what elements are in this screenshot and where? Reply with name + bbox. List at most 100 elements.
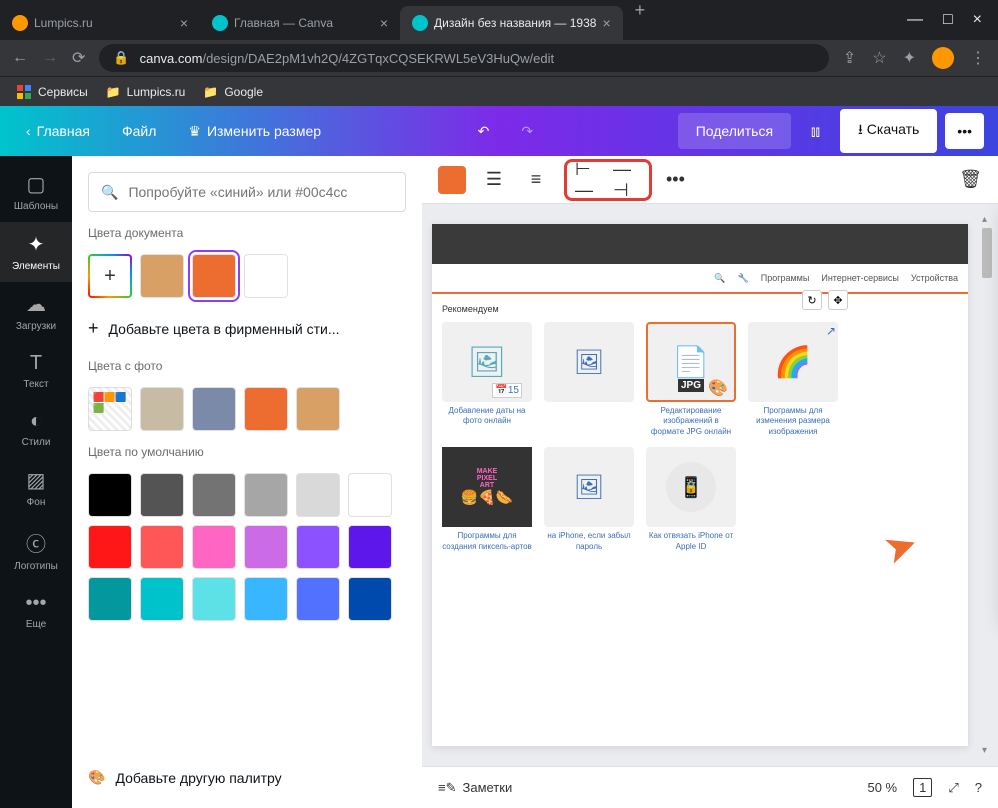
color-swatch[interactable] bbox=[192, 577, 236, 621]
sync-icon[interactable]: ↻ bbox=[802, 290, 822, 310]
color-swatch[interactable] bbox=[140, 473, 184, 517]
color-swatch[interactable] bbox=[244, 254, 288, 298]
workspace: ▢Шаблоны ✦Элементы ☁Загрузки TТекст ◐Сти… bbox=[0, 156, 998, 808]
plus-icon: + bbox=[88, 318, 99, 339]
zoom-level[interactable]: 50 % bbox=[867, 780, 897, 795]
color-swatch-selected[interactable] bbox=[192, 254, 236, 298]
color-swatch[interactable] bbox=[296, 387, 340, 431]
rail-elements[interactable]: ✦Элементы bbox=[0, 222, 72, 282]
color-swatch[interactable] bbox=[192, 387, 236, 431]
rail-uploads[interactable]: ☁Загрузки bbox=[0, 282, 72, 342]
line-start-button[interactable]: ⊢— bbox=[575, 166, 603, 194]
color-swatch[interactable] bbox=[296, 577, 340, 621]
color-swatch[interactable] bbox=[192, 525, 236, 569]
url-input[interactable]: 🔒 canva.com/design/DAE2pM1vh2Q/4ZGTqxCQS… bbox=[99, 44, 828, 72]
color-swatch[interactable] bbox=[348, 577, 392, 621]
bookmark-item[interactable]: 📁 Lumpics.ru bbox=[106, 85, 186, 99]
rail-styles[interactable]: ◐Стили bbox=[0, 400, 72, 458]
color-swatch[interactable] bbox=[140, 254, 184, 298]
rail-background[interactable]: ▨Фон bbox=[0, 458, 72, 518]
color-swatch[interactable] bbox=[244, 387, 288, 431]
add-brand-colors[interactable]: +Добавьте цвета в фирменный сти... bbox=[88, 312, 406, 345]
rail-more[interactable]: •••Еще bbox=[0, 582, 72, 640]
reload-icon[interactable]: ⟳ bbox=[72, 48, 85, 68]
article-card[interactable]: MAKEPIXELART🍔🍕🌭Программы для создания пи… bbox=[442, 447, 532, 552]
color-swatch[interactable] bbox=[348, 473, 392, 517]
browser-tab[interactable]: Главная — Canva × bbox=[200, 6, 400, 40]
article-card[interactable]: 🖼📅15Добавление даты на фото онлайн bbox=[442, 322, 532, 437]
star-icon[interactable]: ☆ bbox=[872, 48, 886, 68]
line-end-button[interactable]: —⊣ bbox=[613, 166, 641, 194]
palette-icon: 🎨 bbox=[88, 769, 105, 786]
more-menu-button[interactable]: ••• bbox=[945, 113, 984, 149]
rail-templates[interactable]: ▢Шаблоны bbox=[0, 162, 72, 222]
add-palette[interactable]: 🎨Добавьте другую палитру bbox=[88, 763, 406, 792]
rail-logos[interactable]: ⓒЛоготипы bbox=[0, 518, 72, 582]
move-icon[interactable]: ✥ bbox=[828, 290, 848, 310]
line-color-button[interactable] bbox=[438, 166, 466, 194]
resize-button[interactable]: ♛Изменить размер bbox=[176, 115, 333, 148]
line-weight-button[interactable]: ☰ bbox=[480, 166, 508, 194]
close-icon[interactable]: × bbox=[380, 15, 388, 31]
maximize-icon[interactable]: □ bbox=[943, 11, 953, 29]
download-button[interactable]: ⭳ Скачать bbox=[840, 109, 937, 153]
design-page[interactable]: 🔍🔧 Программы Интернет-сервисы Устройства… bbox=[432, 224, 968, 746]
color-swatch[interactable] bbox=[88, 577, 132, 621]
undo-button[interactable]: ↶ bbox=[466, 115, 502, 148]
article-card[interactable]: 🖼 bbox=[544, 322, 634, 437]
highlighted-tools: ⊢— —⊣ bbox=[564, 159, 652, 201]
canvas-viewport[interactable]: 🔍🔧 Программы Интернет-сервисы Устройства… bbox=[422, 204, 998, 766]
file-menu[interactable]: Файл bbox=[110, 115, 168, 147]
article-card[interactable]: 🖼на iPhone, если забыл пароль bbox=[544, 447, 634, 552]
close-window-icon[interactable]: × bbox=[973, 11, 982, 29]
back-icon[interactable]: ← bbox=[12, 49, 28, 67]
redo-button[interactable]: ↷ bbox=[509, 115, 545, 148]
color-swatch[interactable] bbox=[296, 473, 340, 517]
color-swatch[interactable] bbox=[140, 525, 184, 569]
article-card[interactable]: 📄JPG🎨Редактирование изображений в формат… bbox=[646, 322, 736, 437]
color-swatch[interactable] bbox=[244, 473, 288, 517]
browser-tab-active[interactable]: Дизайн без названия — 1938 × bbox=[400, 6, 623, 40]
context-toolbar: ☰ ≡ ⊢— —⊣ ••• 🗑 bbox=[422, 156, 998, 204]
toolbar-more[interactable]: ••• bbox=[666, 169, 685, 190]
window-controls: — □ × bbox=[907, 11, 998, 29]
color-swatch[interactable] bbox=[140, 387, 184, 431]
notes-button[interactable]: ≡✎Заметки bbox=[438, 780, 512, 796]
color-swatch[interactable] bbox=[296, 525, 340, 569]
menu-icon[interactable]: ⋮ bbox=[970, 48, 986, 68]
close-icon[interactable]: × bbox=[602, 15, 610, 31]
fullscreen-button[interactable]: ⤢ bbox=[948, 780, 958, 796]
color-swatch[interactable] bbox=[140, 577, 184, 621]
analytics-button[interactable]: ⫾⫾ bbox=[799, 115, 832, 148]
bookmark-item[interactable]: Сервисы bbox=[16, 84, 88, 100]
browser-tab[interactable]: Lumpics.ru × bbox=[0, 6, 200, 40]
color-swatch[interactable] bbox=[88, 525, 132, 569]
close-icon[interactable]: × bbox=[180, 15, 188, 31]
extensions-icon[interactable]: ✦ bbox=[903, 48, 916, 68]
color-swatch[interactable]: 🟥🟧🟦🟩 bbox=[88, 387, 132, 431]
rail-text[interactable]: TТекст bbox=[0, 342, 72, 400]
line-style-button[interactable]: ≡ bbox=[522, 166, 550, 194]
article-card[interactable]: 📱🔒Как отвязать iPhone от Apple ID bbox=[646, 447, 736, 552]
color-swatch[interactable] bbox=[244, 577, 288, 621]
color-swatch[interactable] bbox=[192, 473, 236, 517]
profile-avatar[interactable] bbox=[932, 47, 954, 69]
logo-icon: ⓒ bbox=[26, 528, 46, 557]
share-page-icon[interactable]: ⇪ bbox=[843, 48, 856, 68]
new-tab-button[interactable]: + bbox=[623, 0, 658, 40]
vertical-scrollbar[interactable] bbox=[982, 214, 994, 756]
color-swatch[interactable] bbox=[88, 473, 132, 517]
forward-icon[interactable]: → bbox=[42, 49, 58, 67]
help-button[interactable]: ? bbox=[975, 780, 982, 795]
minimize-icon[interactable]: — bbox=[907, 11, 923, 29]
color-search-input[interactable]: 🔍 Попробуйте «синий» или #00c4cc bbox=[88, 172, 406, 212]
share-button[interactable]: Поделиться bbox=[678, 113, 791, 149]
home-button[interactable]: ‹Главная bbox=[14, 115, 102, 147]
delete-button[interactable]: 🗑 bbox=[959, 169, 982, 190]
color-swatch[interactable] bbox=[348, 525, 392, 569]
bookmark-item[interactable]: 📁 Google bbox=[203, 85, 263, 99]
page-indicator[interactable]: 1 bbox=[913, 778, 932, 797]
color-swatch[interactable] bbox=[244, 525, 288, 569]
article-card[interactable]: 🌈↗Программы для изменения размера изобра… bbox=[748, 322, 838, 437]
add-color-swatch[interactable]: + bbox=[88, 254, 132, 298]
